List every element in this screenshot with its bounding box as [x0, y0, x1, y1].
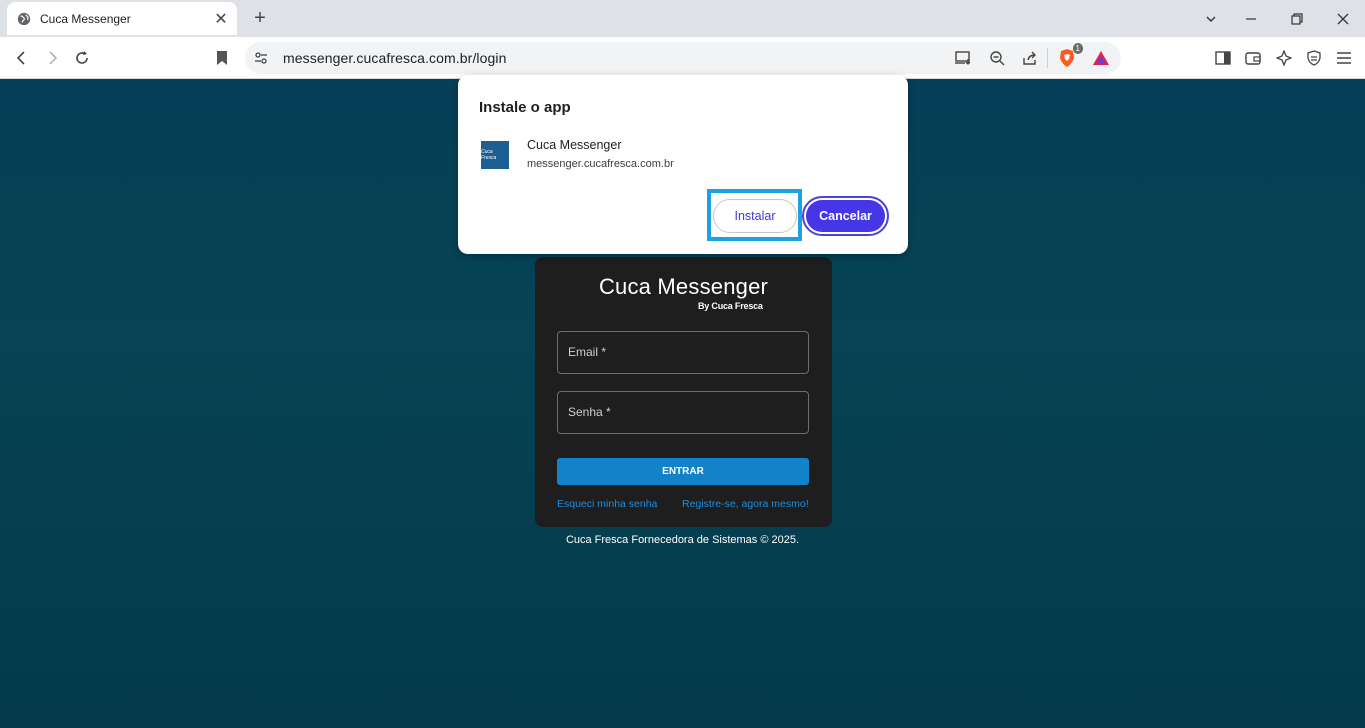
install-app-icon[interactable]	[951, 46, 975, 70]
brave-shields-icon[interactable]: 1	[1055, 43, 1083, 70]
cancel-button-label: Cancelar	[806, 200, 885, 232]
password-field[interactable]: Senha *	[557, 391, 809, 434]
sidebar-icon[interactable]	[1211, 46, 1235, 70]
brave-rewards-icon[interactable]	[1089, 46, 1113, 70]
browser-toolbar: messenger.cucafresca.com.br/login 1	[0, 37, 1365, 79]
install-app-dialog: Instale o app Cuca Fresca Cuca Messenger…	[458, 75, 908, 254]
wallet-icon[interactable]	[1241, 46, 1265, 70]
minimize-icon[interactable]	[1228, 0, 1274, 37]
password-label: Senha *	[568, 405, 611, 419]
cancel-button[interactable]: Cancelar	[802, 196, 889, 236]
omnibox-divider	[1047, 48, 1048, 68]
leo-ai-icon[interactable]	[1272, 46, 1296, 70]
login-card: Cuca Messenger By Cuca Fresca Email * Se…	[535, 257, 832, 527]
register-link[interactable]: Registre-se, agora mesmo!	[682, 498, 809, 510]
app-icon-text: Cuca Fresca	[481, 149, 497, 161]
email-field[interactable]: Email *	[557, 331, 809, 374]
login-button[interactable]: ENTRAR	[557, 458, 809, 485]
browser-tab[interactable]: Cuca Messenger ✕	[7, 2, 237, 35]
close-window-icon[interactable]	[1320, 0, 1365, 37]
app-icon: Cuca Fresca	[481, 141, 509, 169]
share-icon[interactable]	[1018, 46, 1042, 70]
close-tab-icon[interactable]: ✕	[211, 9, 231, 29]
install-button[interactable]: Instalar	[713, 199, 797, 233]
footer-copyright: Cuca Fresca Fornecedora de Sistemas © 20…	[565, 534, 800, 546]
zoom-out-icon[interactable]	[985, 46, 1009, 70]
email-label: Email *	[568, 345, 607, 359]
forgot-password-link[interactable]: Esqueci minha senha	[557, 498, 657, 510]
site-settings-icon[interactable]	[254, 51, 268, 65]
brand-title: Cuca Messenger	[598, 274, 769, 299]
brand-byline: By Cuca Fresca	[698, 301, 763, 311]
url-text: messenger.cucafresca.com.br/login	[283, 50, 507, 66]
dialog-title: Instale o app	[479, 99, 571, 116]
address-bar[interactable]: messenger.cucafresca.com.br/login 1	[245, 42, 1121, 74]
new-tab-button[interactable]: +	[250, 8, 270, 28]
forward-icon[interactable]	[40, 46, 64, 70]
restore-icon[interactable]	[1274, 0, 1320, 37]
bookmark-icon[interactable]	[210, 46, 234, 70]
app-domain: messenger.cucafresca.com.br	[527, 158, 674, 170]
menu-icon[interactable]	[1332, 46, 1356, 70]
tab-strip: Cuca Messenger ✕ +	[0, 0, 1365, 37]
globe-icon	[17, 12, 31, 25]
back-icon[interactable]	[10, 46, 34, 70]
tab-title: Cuca Messenger	[40, 11, 131, 26]
vpn-icon[interactable]	[1302, 46, 1326, 70]
shields-badge: 1	[1072, 43, 1083, 54]
reload-icon[interactable]	[70, 46, 94, 70]
app-name: Cuca Messenger	[527, 138, 622, 152]
